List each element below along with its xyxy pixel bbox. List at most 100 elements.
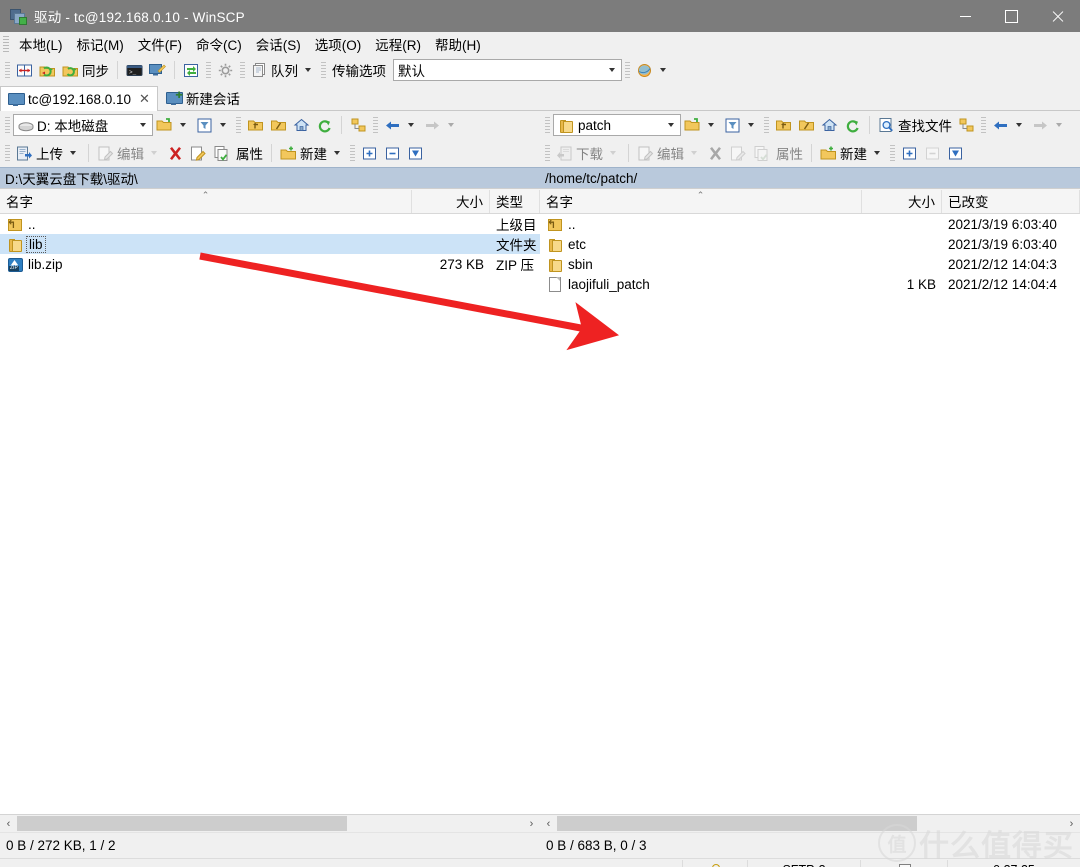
root-directory-button[interactable] bbox=[795, 113, 818, 137]
chevron-down-icon[interactable] bbox=[220, 123, 226, 127]
chevron-down-icon[interactable] bbox=[408, 123, 414, 127]
chevron-down-icon[interactable] bbox=[874, 151, 880, 155]
open-session-in-putty-button[interactable] bbox=[146, 58, 169, 82]
menu-help[interactable]: 帮助(H) bbox=[428, 32, 488, 56]
queue-button[interactable]: 队列 bbox=[248, 58, 318, 82]
chevron-down-icon[interactable] bbox=[305, 68, 311, 72]
menu-local[interactable]: 本地(L) bbox=[12, 32, 70, 56]
properties-button[interactable]: 属性 bbox=[233, 141, 266, 165]
home-directory-button[interactable] bbox=[818, 113, 841, 137]
invert-selection-button[interactable] bbox=[404, 141, 427, 165]
menu-options[interactable]: 选项(O) bbox=[308, 32, 369, 56]
select-files-button[interactable] bbox=[898, 141, 921, 165]
scroll-right-button[interactable]: › bbox=[523, 815, 540, 832]
synchronize-browsing-button[interactable] bbox=[36, 58, 59, 82]
refresh-button[interactable] bbox=[841, 113, 864, 137]
table-row[interactable]: ZIP lib.zip 273 KB ZIP 压 bbox=[0, 254, 540, 274]
transfer-preset-combo[interactable]: 默认 bbox=[393, 59, 622, 81]
scroll-right-button[interactable]: › bbox=[1063, 815, 1080, 832]
root-directory-button[interactable] bbox=[267, 113, 290, 137]
tab-new-session[interactable]: ✚ 新建会话 bbox=[158, 85, 248, 110]
local-horizontal-scrollbar[interactable]: ‹ › bbox=[0, 814, 540, 832]
menu-file[interactable]: 文件(F) bbox=[131, 32, 189, 56]
status-lock-cell[interactable] bbox=[682, 859, 747, 867]
toolbar-gripper[interactable] bbox=[764, 116, 769, 134]
chevron-down-icon[interactable] bbox=[605, 61, 619, 79]
toolbar-gripper[interactable] bbox=[206, 61, 211, 79]
toolbar-gripper[interactable] bbox=[350, 144, 355, 162]
directory-tree-button[interactable] bbox=[347, 113, 370, 137]
scroll-thumb[interactable] bbox=[557, 816, 917, 831]
toolbar-gripper[interactable] bbox=[5, 116, 10, 134]
table-row[interactable]: lib 文件夹 bbox=[0, 234, 540, 254]
find-files-button[interactable]: 查找文件 bbox=[875, 113, 955, 137]
chevron-down-icon[interactable] bbox=[748, 123, 754, 127]
parent-directory-button[interactable] bbox=[772, 113, 795, 137]
close-button[interactable] bbox=[1034, 0, 1080, 32]
menu-mark[interactable]: 标记(M) bbox=[70, 32, 131, 56]
scroll-thumb[interactable] bbox=[17, 816, 347, 831]
menu-gripper[interactable] bbox=[3, 36, 9, 52]
toolbar-gripper[interactable] bbox=[981, 116, 986, 134]
chevron-down-icon[interactable] bbox=[136, 116, 150, 134]
preferences-button[interactable] bbox=[214, 58, 237, 82]
toolbar-gripper[interactable] bbox=[321, 61, 326, 79]
remote-col-size[interactable]: 大小 bbox=[862, 189, 942, 213]
remote-file-list[interactable]: ↰ .. 2021/3/19 6:03:40 etc 2021/3/19 6:0… bbox=[540, 214, 1080, 814]
remote-horizontal-scrollbar[interactable]: ‹ › bbox=[540, 814, 1080, 832]
toolbar-gripper[interactable] bbox=[545, 144, 550, 162]
toolbar-gripper[interactable] bbox=[545, 116, 550, 134]
toolbar-gripper[interactable] bbox=[240, 61, 245, 79]
chevron-down-icon[interactable] bbox=[180, 123, 186, 127]
back-button[interactable] bbox=[989, 113, 1029, 137]
chevron-down-icon[interactable] bbox=[708, 123, 714, 127]
minimize-button[interactable] bbox=[942, 0, 988, 32]
unselect-files-button[interactable] bbox=[381, 141, 404, 165]
remote-col-changed[interactable]: 已改变 bbox=[942, 189, 1080, 213]
table-row[interactable]: ↰ .. 2021/3/19 6:03:40 bbox=[540, 214, 1080, 234]
remote-col-name[interactable]: 名字 ⌃ bbox=[540, 189, 862, 213]
tab-close-icon[interactable]: ✕ bbox=[139, 91, 150, 107]
toolbar-gripper[interactable] bbox=[890, 144, 895, 162]
menu-command[interactable]: 命令(C) bbox=[189, 32, 249, 56]
local-file-list[interactable]: ↰ .. 上级目 lib 文件夹 ZIP lib.zip 273 KB ZIP … bbox=[0, 214, 540, 814]
parent-directory-button[interactable] bbox=[244, 113, 267, 137]
toolbar-gripper[interactable] bbox=[236, 116, 241, 134]
toolbar-gripper[interactable] bbox=[5, 144, 10, 162]
menu-session[interactable]: 会话(S) bbox=[249, 32, 308, 56]
directory-tree-button[interactable] bbox=[955, 113, 978, 137]
open-directory-button[interactable] bbox=[681, 113, 721, 137]
home-directory-button[interactable] bbox=[290, 113, 313, 137]
refresh-button[interactable] bbox=[313, 113, 336, 137]
local-col-type[interactable]: 类型 bbox=[490, 189, 540, 213]
scroll-left-button[interactable]: ‹ bbox=[0, 815, 17, 832]
delete-button[interactable] bbox=[164, 141, 187, 165]
toolbar-gripper[interactable] bbox=[625, 61, 630, 79]
chevron-down-icon[interactable] bbox=[1016, 123, 1022, 127]
toolbar-gripper[interactable] bbox=[5, 61, 10, 79]
remote-directory-combo[interactable]: patch bbox=[553, 114, 681, 136]
chevron-down-icon[interactable] bbox=[70, 151, 76, 155]
select-files-button[interactable] bbox=[358, 141, 381, 165]
upload-button[interactable]: 上传 bbox=[13, 141, 83, 165]
maximize-button[interactable] bbox=[988, 0, 1034, 32]
transfer-button[interactable] bbox=[180, 58, 203, 82]
table-row[interactable]: ↰ .. 上级目 bbox=[0, 214, 540, 234]
local-col-size[interactable]: 大小 bbox=[412, 189, 490, 213]
new-button[interactable]: 新建 bbox=[817, 141, 887, 165]
tab-session[interactable]: tc@192.168.0.10 ✕ bbox=[0, 86, 158, 111]
open-directory-button[interactable] bbox=[153, 113, 193, 137]
copy-button[interactable] bbox=[210, 141, 233, 165]
chevron-down-icon[interactable] bbox=[660, 68, 666, 72]
scroll-left-button[interactable]: ‹ bbox=[540, 815, 557, 832]
chevron-down-icon[interactable] bbox=[664, 116, 678, 134]
filter-button[interactable] bbox=[193, 113, 233, 137]
back-button[interactable] bbox=[381, 113, 421, 137]
table-row[interactable]: sbin 2021/2/12 14:04:3 bbox=[540, 254, 1080, 274]
rename-button[interactable] bbox=[187, 141, 210, 165]
table-row[interactable]: laojifuli_patch 1 KB 2021/2/12 14:04:4 bbox=[540, 274, 1080, 294]
chevron-down-icon[interactable] bbox=[334, 151, 340, 155]
local-col-name[interactable]: 名字 ⌃ bbox=[0, 189, 412, 213]
scroll-track[interactable] bbox=[17, 816, 523, 831]
filter-button[interactable] bbox=[721, 113, 761, 137]
